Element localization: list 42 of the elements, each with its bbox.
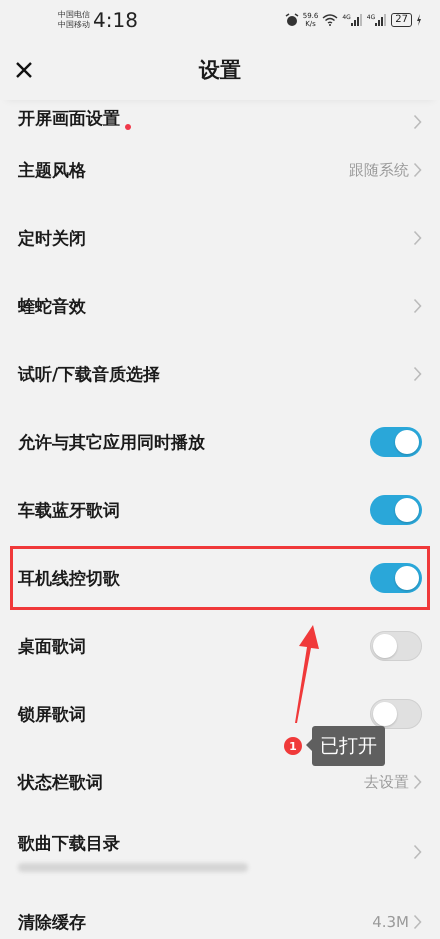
setting-label[interactable]: 车载蓝牙歌词 — [18, 498, 120, 522]
signal-icon — [350, 14, 363, 26]
carrier-name: 中国电信 — [58, 10, 90, 20]
setting-label[interactable]: 允许与其它应用同时播放 — [18, 430, 205, 454]
wifi-icon — [322, 14, 338, 26]
step-badge: 1 — [284, 737, 302, 755]
setting-label[interactable]: 开屏画面设置 — [18, 107, 120, 130]
setting-value: 跟随系统 — [349, 160, 409, 180]
chevron-icon — [413, 366, 422, 382]
toggle-switch[interactable] — [370, 563, 422, 593]
setting-label[interactable]: 耳机线控切歌 — [18, 566, 120, 590]
carrier-name: 中国移动 — [58, 20, 90, 30]
charging-icon — [416, 14, 422, 26]
annotation-tooltip: 已打开 — [312, 726, 385, 766]
page-title: 设置 — [199, 58, 241, 82]
setting-label[interactable]: 试听/下载音质选择 — [18, 362, 160, 386]
setting-label[interactable]: 锁屏歌词 — [18, 702, 86, 726]
signal-icon — [375, 14, 388, 26]
setting-value: 去设置 — [364, 772, 409, 792]
chevron-icon — [413, 114, 422, 130]
chevron-icon — [413, 774, 422, 790]
toggle-switch[interactable] — [370, 495, 422, 525]
close-icon[interactable] — [14, 60, 34, 80]
chevron-icon — [413, 844, 422, 860]
alarm-icon — [284, 13, 299, 27]
setting-label[interactable]: 桌面歌词 — [18, 634, 86, 658]
chevron-icon — [413, 914, 422, 930]
battery-level: 27 — [391, 13, 412, 27]
setting-label[interactable]: 主题风格 — [18, 158, 86, 182]
toggle-switch[interactable] — [370, 427, 422, 457]
toggle-switch[interactable] — [370, 631, 422, 661]
setting-label[interactable]: 状态栏歌词 — [18, 770, 103, 794]
clock-time: 4:18 — [93, 8, 138, 32]
setting-label[interactable]: 歌曲下载目录 — [18, 832, 248, 855]
setting-label[interactable]: 定时关闭 — [18, 226, 86, 250]
setting-label[interactable]: 清除缓存 — [18, 910, 86, 934]
setting-label[interactable]: 蝰蛇音效 — [18, 294, 86, 318]
chevron-icon — [413, 230, 422, 246]
chevron-icon — [413, 162, 422, 178]
toggle-switch[interactable] — [370, 699, 422, 729]
setting-value: 4.3M — [372, 913, 409, 931]
chevron-icon — [413, 298, 422, 314]
